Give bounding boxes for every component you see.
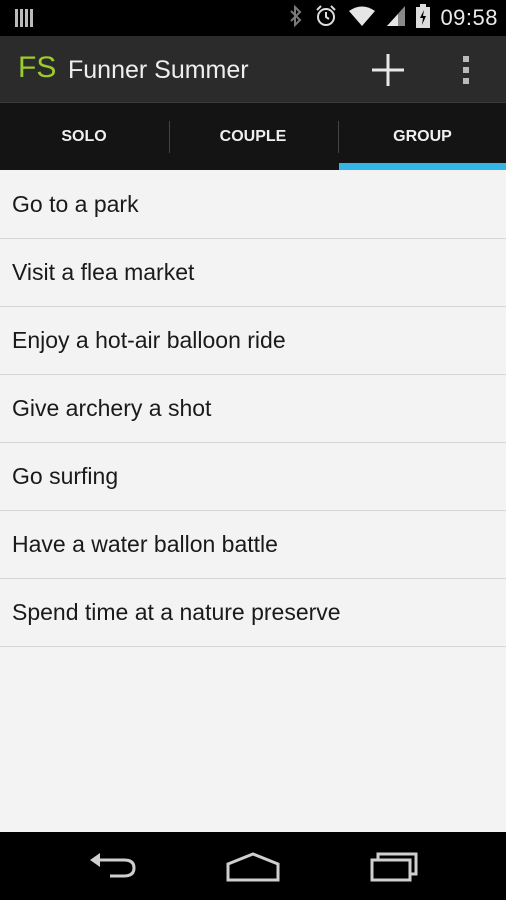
back-button[interactable]	[84, 846, 140, 886]
recent-apps-icon	[370, 852, 418, 882]
tab-solo[interactable]: SOLO	[0, 103, 168, 170]
alarm-icon	[314, 4, 338, 33]
list-item[interactable]: Go to a park	[0, 171, 506, 239]
activity-list: Go to a park Visit a flea market Enjoy a…	[0, 171, 506, 647]
list-item[interactable]: Have a water ballon battle	[0, 511, 506, 579]
tab-couple[interactable]: COUPLE	[169, 103, 337, 170]
tab-bar: SOLO COUPLE GROUP	[0, 103, 506, 170]
tab-group[interactable]: GROUP	[339, 103, 506, 170]
overflow-menu-button[interactable]	[452, 50, 480, 90]
wifi-icon	[348, 5, 376, 32]
home-button[interactable]	[222, 846, 284, 886]
back-icon	[90, 853, 136, 878]
list-item[interactable]: Spend time at a nature preserve	[0, 579, 506, 647]
list-item[interactable]: Enjoy a hot-air balloon ride	[0, 307, 506, 375]
add-button[interactable]	[366, 50, 410, 90]
clock: 09:58	[440, 5, 498, 30]
selected-tab-indicator	[339, 163, 506, 170]
list-item[interactable]: Visit a flea market	[0, 239, 506, 307]
plus-icon	[372, 54, 404, 86]
status-bar: 09:58	[0, 0, 506, 36]
cell-signal-icon	[386, 5, 406, 32]
home-icon	[226, 852, 280, 882]
notification-icon	[14, 8, 34, 33]
bluetooth-icon	[288, 4, 304, 32]
recent-apps-button[interactable]	[366, 846, 422, 886]
app-title: Funner Summer	[68, 56, 249, 84]
list-item[interactable]: Go surfing	[0, 443, 506, 511]
action-bar: FS Funner Summer	[0, 36, 506, 103]
navigation-bar	[0, 832, 506, 900]
overflow-icon	[463, 56, 469, 84]
battery-icon	[416, 3, 431, 33]
list-item[interactable]: Give archery a shot	[0, 375, 506, 443]
app-logo: FS	[18, 51, 57, 84]
